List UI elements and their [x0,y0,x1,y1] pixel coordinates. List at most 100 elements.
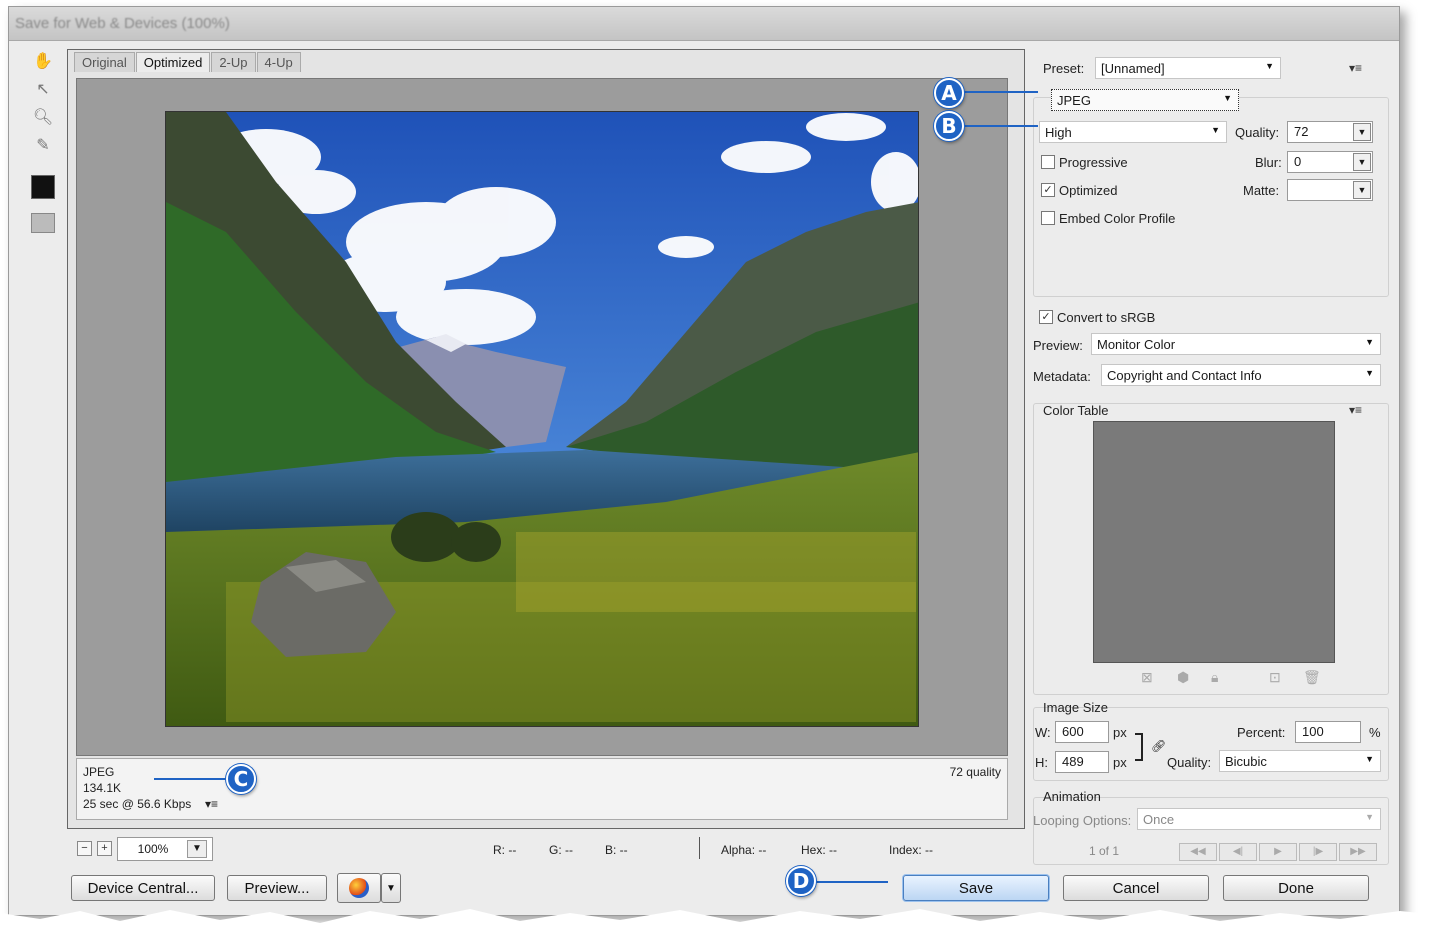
next-frame-icon[interactable]: |▶ [1299,843,1337,861]
quality-slider-arrow-icon[interactable]: ▼ [1353,123,1371,141]
image-preview-area[interactable] [76,78,1008,756]
last-frame-icon[interactable]: ▶▶ [1339,843,1377,861]
alpha-readout: Alpha: -- [721,843,767,857]
slice-select-tool-icon[interactable]: ↖ [29,77,57,101]
callout-d: D [786,866,816,896]
tab-original[interactable]: Original [74,52,135,72]
percent-field[interactable]: 100 [1295,721,1361,743]
hand-tool-icon[interactable]: ✋ [29,49,57,73]
callout-b-line [962,125,1038,127]
zoom-tool-icon[interactable]: 🔍︎ [29,105,57,129]
hex-readout: Hex: -- [801,843,837,857]
lock-color-icon[interactable]: 🔒︎ [1211,669,1218,686]
resample-quality-value: Bicubic [1225,754,1267,769]
status-bar: − + 100% ▼ R: -- G: -- B: -- Alpha: -- H… [67,833,1025,863]
constrain-bracket [1135,733,1143,761]
preset-select[interactable]: [Unnamed] ▼ [1095,57,1281,79]
height-label: H: [1035,755,1048,770]
preview-panel: Original Optimized 2-Up 4-Up JPEG 134.1K… [67,49,1025,829]
width-label: W: [1035,725,1051,740]
preset-value: [Unnamed] [1101,61,1165,76]
info-quality-note: 72 quality [949,765,1001,779]
optimization-settings-panel: Preset: [Unnamed] ▼ ▾≡ JPEG ▼ High ▼ Qualit… [1027,49,1397,869]
progressive-checkbox[interactable] [1041,155,1055,169]
percent-label: Percent: [1237,725,1286,740]
web-shift-icon[interactable]: ⬢ [1177,669,1189,686]
toggle-slices-visibility-icon[interactable] [31,213,55,233]
convert-srgb-label: Convert to sRGB [1057,310,1156,325]
callout-c-line [154,778,230,780]
zoom-in-button[interactable]: + [97,841,112,856]
fjord-landscape-image [166,112,918,726]
device-central-button[interactable]: Device Central... [71,875,215,901]
embed-color-profile-label: Embed Color Profile [1059,211,1176,226]
looping-options-select[interactable]: Once ▼ [1137,808,1381,830]
matte-label: Matte: [1243,183,1280,198]
preview-select[interactable]: Monitor Color ▼ [1091,333,1381,355]
zoom-out-button[interactable]: − [77,841,92,856]
file-format-value: JPEG [1057,93,1091,108]
info-download-time: 25 sec @ 56.6 Kbps [83,797,192,811]
preview-button[interactable]: Preview... [227,875,327,901]
zoom-level-value: 100% [137,842,169,856]
height-field[interactable]: 489 [1055,751,1109,773]
quality-level-value: High [1045,125,1072,140]
eyedropper-tool-icon[interactable]: ✎ [29,133,57,157]
tool-palette: ✋ ↖ 🔍︎ ✎ [25,49,59,249]
percent-unit: % [1369,725,1381,740]
trash-icon[interactable]: 🗑︎ [1303,669,1321,686]
browser-dropdown-arrow-icon[interactable]: ▼ [381,873,401,903]
tab-4-up[interactable]: 4-Up [256,52,301,72]
blur-slider-arrow-icon[interactable]: ▼ [1353,153,1371,171]
embed-color-profile-checkbox[interactable] [1041,211,1055,225]
new-color-icon[interactable]: ⊡ [1269,669,1281,686]
blur-value: 0 [1294,154,1302,169]
view-tabs: Original Optimized 2-Up 4-Up [74,52,302,72]
save-button[interactable]: Save [903,875,1049,901]
index-readout: Index: -- [889,843,934,857]
convert-srgb-checkbox[interactable]: ✓ [1039,310,1053,324]
height-value: 489 [1062,754,1084,769]
download-speed-menu-icon[interactable]: ▾≡ [205,797,218,811]
height-unit: px [1113,755,1127,770]
optimize-menu-icon[interactable]: ▾≡ [1349,61,1362,75]
window-title: Save for Web & Devices (100%) [15,15,230,32]
map-transparency-icon[interactable]: ⊠ [1141,669,1153,686]
color-table-menu-icon[interactable]: ▾≡ [1349,403,1362,417]
optimized-checkbox[interactable]: ✓ [1041,183,1055,197]
matte-dropdown-arrow-icon[interactable]: ▼ [1353,181,1371,199]
percent-value: 100 [1302,724,1324,739]
chevron-down-icon: ▼ [1365,337,1374,347]
preview-image [165,111,919,727]
metadata-value: Copyright and Contact Info [1107,368,1262,383]
quality-level-select[interactable]: High ▼ [1039,121,1227,143]
previous-frame-icon[interactable]: ◀| [1219,843,1257,861]
optimized-label: Optimized [1059,183,1118,198]
file-format-select[interactable]: JPEG ▼ [1051,89,1239,111]
first-frame-icon[interactable]: ◀◀ [1179,843,1217,861]
metadata-select[interactable]: Copyright and Contact Info ▼ [1101,364,1381,386]
preview-label: Preview: [1033,338,1083,353]
tab-2-up[interactable]: 2-Up [211,52,256,72]
browser-preview-button[interactable] [337,873,381,903]
chevron-down-icon: ▼ [1223,93,1232,103]
width-field[interactable]: 600 [1055,721,1109,743]
eyedropper-color-swatch[interactable] [31,175,55,199]
blur-label: Blur: [1255,155,1282,170]
tab-optimized[interactable]: Optimized [135,52,211,72]
preset-label: Preset: [1043,61,1085,76]
play-icon[interactable]: ▶ [1259,843,1297,861]
chevron-down-icon: ▼ [1265,61,1274,71]
color-table-swatches[interactable] [1093,421,1335,663]
callout-d-line [814,881,888,883]
done-button[interactable]: Done [1223,875,1369,901]
resample-quality-select[interactable]: Bicubic ▼ [1219,750,1381,772]
cancel-button[interactable]: Cancel [1063,875,1209,901]
zoom-dropdown-arrow-icon[interactable]: ▼ [187,840,207,858]
resample-quality-label: Quality: [1167,755,1212,770]
torn-edge [0,909,1440,933]
width-unit: px [1113,725,1127,740]
width-value: 600 [1062,724,1084,739]
blue-readout: B: -- [605,843,628,857]
constrain-proportions-link-icon[interactable]: 🔗︎ [1151,739,1166,753]
